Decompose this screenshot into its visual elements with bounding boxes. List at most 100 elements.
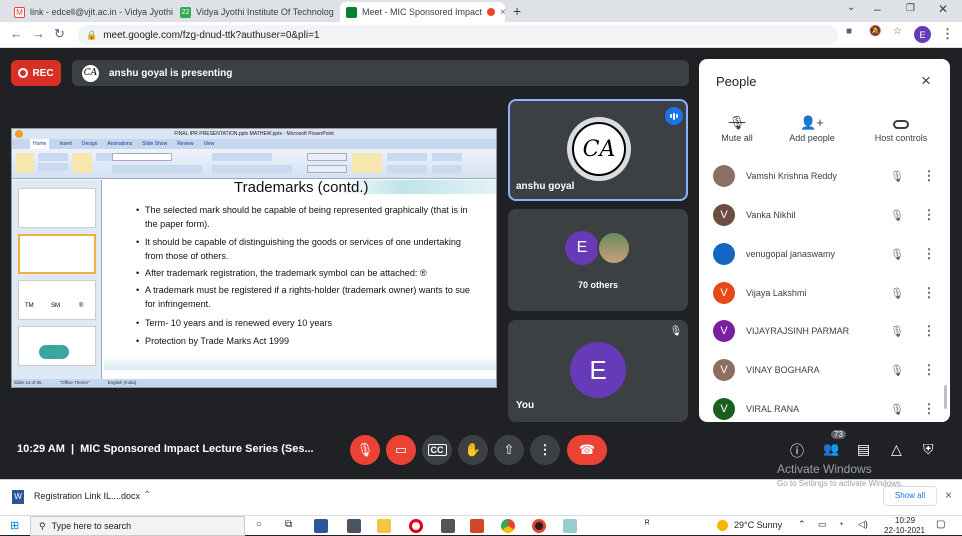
raise-hand-button[interactable]: ✋ bbox=[458, 435, 488, 465]
self-tile[interactable]: E 🎙 You bbox=[508, 320, 688, 422]
opera-icon[interactable] bbox=[409, 519, 423, 533]
others-count: 70 others bbox=[508, 280, 688, 290]
people-icon: 👥 bbox=[823, 441, 839, 457]
chevron-up-icon[interactable]: ⌃ bbox=[143, 490, 151, 501]
more-options-icon[interactable]: ⋮ bbox=[920, 323, 938, 339]
people-panel: People × 🎙 Mute all 👤+ Add people Host c… bbox=[699, 59, 950, 422]
people-button[interactable]: 73 👥 bbox=[821, 438, 847, 460]
file-explorer-icon[interactable] bbox=[377, 519, 391, 533]
reload-icon[interactable]: ↻ bbox=[54, 26, 65, 42]
restore-button[interactable]: ❐ bbox=[906, 3, 915, 14]
app-icon[interactable] bbox=[441, 519, 455, 533]
mic-off-icon[interactable]: 🎙 bbox=[888, 287, 906, 300]
more-options-icon[interactable]: ⋮ bbox=[920, 168, 938, 184]
slide-bullet: the paper form). bbox=[145, 218, 210, 231]
slide-thumbnail[interactable] bbox=[18, 326, 96, 366]
tab-gmail[interactable]: M link - edcell@vjit.ac.in - Vidya Jyoth… bbox=[8, 2, 173, 22]
network-icon[interactable]: ▭ bbox=[818, 519, 827, 530]
mic-off-icon[interactable]: 🎙 bbox=[888, 248, 906, 261]
others-tile[interactable]: E 70 others bbox=[508, 209, 688, 311]
host-controls-button[interactable]: Host controls bbox=[865, 115, 937, 143]
leave-call-button[interactable]: ☎ bbox=[567, 435, 607, 465]
minimize-button[interactable]: – bbox=[874, 2, 881, 16]
presentation-screen: FINAL IPR PRESENTATION.pptx MATHEW.pptx … bbox=[11, 128, 497, 388]
forward-icon[interactable]: → bbox=[32, 26, 45, 41]
tab-vjit[interactable]: 22 Vidya Jyothi Institute Of Technolog × bbox=[174, 2, 339, 22]
toggle-camera-button[interactable]: ▭ bbox=[386, 435, 416, 465]
more-options-icon[interactable]: ⋮ bbox=[920, 401, 938, 417]
recording-badge[interactable]: REC bbox=[11, 60, 61, 86]
activities-icon[interactable]: △ bbox=[891, 441, 902, 458]
star-icon[interactable]: ☆ bbox=[893, 26, 902, 37]
show-all-button[interactable]: Show all bbox=[883, 486, 937, 506]
task-view-icon[interactable]: ⧉ bbox=[285, 519, 292, 530]
slide-thumbnails-pane[interactable]: TM SM ® bbox=[12, 180, 102, 379]
participant-row[interactable]: Vamshi Krishna Reddy 🎙⋮ bbox=[713, 164, 938, 188]
more-options-icon[interactable]: ⋮ bbox=[920, 285, 938, 301]
clock-time[interactable]: 10:29 bbox=[895, 516, 915, 525]
slide-thumbnail[interactable] bbox=[18, 234, 96, 274]
cortana-icon[interactable]: ○ bbox=[256, 519, 262, 530]
recorder-icon[interactable] bbox=[532, 519, 546, 533]
volume-icon[interactable]: ◁) bbox=[858, 519, 868, 530]
chat-icon[interactable]: ▤ bbox=[857, 441, 870, 458]
meeting-info: 10:29 AM | MIC Sponsored Impact Lecture … bbox=[17, 443, 314, 455]
clock-date[interactable]: 22-10-2021 bbox=[884, 526, 925, 535]
tab-search-icon[interactable]: ⌄ bbox=[847, 2, 855, 13]
notifications-off-icon[interactable]: 🔕 bbox=[869, 26, 881, 37]
mic-off-icon[interactable]: 🎙 bbox=[888, 403, 906, 416]
slide-thumbnail[interactable] bbox=[18, 188, 96, 228]
participant-row[interactable]: V Vijaya Lakshmi 🎙⋮ bbox=[713, 281, 938, 305]
participant-row[interactable]: venugopal janaswamy 🎙⋮ bbox=[713, 242, 938, 266]
participant-row[interactable]: V Vanka Nikhil 🎙⋮ bbox=[713, 203, 938, 227]
tab-close-icon[interactable]: × bbox=[500, 7, 505, 18]
presenter-tile[interactable]: CA anshu goyal bbox=[508, 99, 688, 201]
mic-off-icon[interactable]: 🎙 bbox=[888, 325, 906, 338]
mic-off-icon[interactable]: 🎙 bbox=[888, 209, 906, 222]
meeting-details-icon[interactable]: ⓘ bbox=[790, 441, 804, 461]
download-filename[interactable]: Registration Link IL....docx bbox=[34, 491, 140, 501]
weather-text[interactable]: 29°C Sunny bbox=[734, 520, 782, 530]
mic-off-icon[interactable]: 🎙 bbox=[888, 170, 906, 183]
participant-row[interactable]: V VIJAYRAJSINH PARMAR 🎙⋮ bbox=[713, 319, 938, 343]
close-panel-button[interactable]: × bbox=[921, 71, 931, 91]
notifications-icon[interactable]: ▢ bbox=[936, 519, 945, 530]
close-window-button[interactable]: ✕ bbox=[938, 2, 948, 16]
camera-icon[interactable]: ■ bbox=[846, 26, 852, 37]
host-controls-icon[interactable]: ⛨ bbox=[923, 441, 934, 458]
app-icon[interactable] bbox=[563, 519, 577, 533]
new-tab-button[interactable]: + bbox=[513, 3, 521, 19]
windows-start-icon[interactable]: ⊞ bbox=[10, 519, 19, 532]
close-download-bar-button[interactable]: × bbox=[945, 488, 952, 502]
tile-name: You bbox=[516, 400, 534, 411]
back-icon[interactable]: ← bbox=[10, 26, 23, 41]
word-app-icon[interactable] bbox=[314, 519, 328, 533]
powerpoint-icon[interactable] bbox=[470, 519, 484, 533]
wifi-icon[interactable]: ◔ bbox=[838, 519, 843, 529]
more-options-icon[interactable]: ⋮ bbox=[920, 207, 938, 223]
tray-chevron-icon[interactable]: ⌃ bbox=[798, 519, 806, 530]
app-icon[interactable] bbox=[347, 519, 361, 533]
more-options-button[interactable]: ⋮ bbox=[530, 435, 560, 465]
toggle-mic-button[interactable]: 🎙 bbox=[350, 435, 380, 465]
chrome-icon[interactable] bbox=[501, 519, 515, 533]
tab-meet[interactable]: Meet - MIC Sponsored Impact × bbox=[340, 2, 505, 22]
more-options-icon[interactable]: ⋮ bbox=[920, 362, 938, 378]
url-field[interactable]: 🔒 meet.google.com/fzg-dnud-ttk?authuser=… bbox=[78, 25, 838, 45]
slide-bullet: from those of others. bbox=[145, 250, 228, 263]
panel-scrollbar[interactable] bbox=[944, 385, 947, 409]
slide-thumbnail[interactable]: TM SM ® bbox=[18, 280, 96, 320]
captions-button[interactable]: CC bbox=[422, 435, 452, 465]
mic-off-icon[interactable]: 🎙 bbox=[888, 364, 906, 377]
classroom-icon: 22 bbox=[180, 7, 191, 18]
participant-row[interactable]: V VINAY BOGHARA 🎙⋮ bbox=[713, 358, 938, 382]
add-people-button[interactable]: 👤+ Add people bbox=[779, 115, 845, 143]
taskbar-search[interactable]: ⚲ Type here to search bbox=[30, 516, 245, 536]
present-button[interactable]: ⇧ bbox=[494, 435, 524, 465]
profile-avatar[interactable]: E bbox=[914, 26, 931, 43]
people-icon[interactable]: ᴿ bbox=[645, 519, 650, 530]
mute-all-button[interactable]: 🎙 Mute all bbox=[707, 115, 767, 143]
more-options-icon[interactable]: ⋮ bbox=[920, 246, 938, 262]
menu-icon[interactable]: ⋮ bbox=[941, 26, 954, 42]
participant-row[interactable]: V VIRAL RANA 🎙⋮ bbox=[713, 397, 938, 421]
